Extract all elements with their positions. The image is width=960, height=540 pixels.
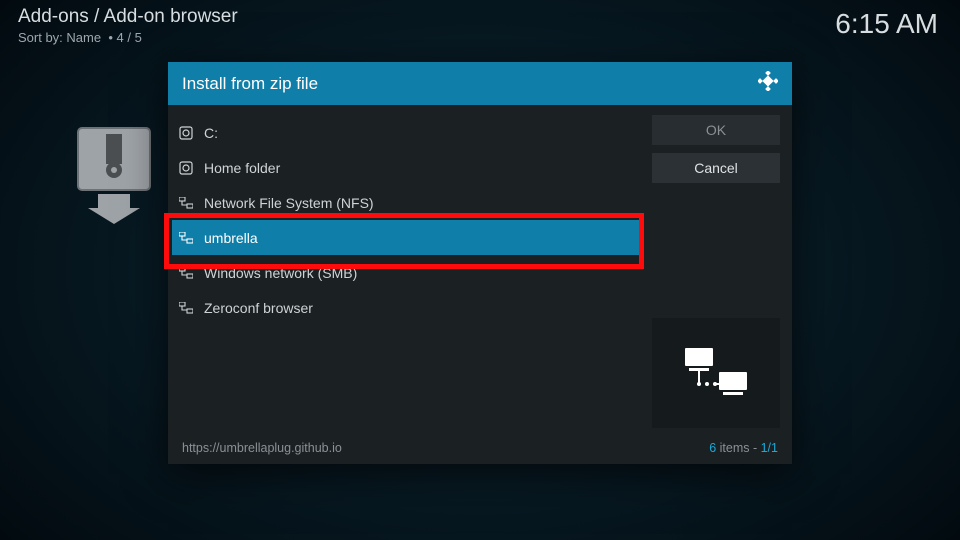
file-row-label: Network File System (NFS) <box>204 195 374 211</box>
disk-icon <box>178 160 194 176</box>
file-list: C: Home folder Network File System (NFS)… <box>172 115 640 428</box>
sort-label: Sort by: <box>18 30 63 45</box>
footer-count: 6 items - 1/1 <box>709 441 778 455</box>
kodi-logo-icon <box>758 71 778 96</box>
file-row-home-folder[interactable]: Home folder <box>172 150 640 185</box>
install-zip-dialog: Install from zip file C: Home folder <box>168 62 792 464</box>
file-row-label: umbrella <box>204 230 258 246</box>
footer-items-word: items <box>716 441 749 455</box>
dialog-body: C: Home folder Network File System (NFS)… <box>168 105 792 434</box>
footer-page: 1/1 <box>761 441 778 455</box>
network-icon <box>178 195 194 211</box>
clock: 6:15 AM <box>835 8 938 40</box>
file-row-label: Home folder <box>204 160 280 176</box>
network-icon <box>178 300 194 316</box>
footer-items-sep: - <box>750 441 761 455</box>
file-row-label: Windows network (SMB) <box>204 265 357 281</box>
preview-thumbnail <box>652 318 780 428</box>
page-position: 4 / 5 <box>117 30 142 45</box>
zip-download-icon <box>76 126 152 224</box>
file-row-umbrella[interactable]: umbrella <box>172 220 640 255</box>
cancel-button[interactable]: Cancel <box>652 153 780 183</box>
file-row-label: Zeroconf browser <box>204 300 313 316</box>
file-row-smb[interactable]: Windows network (SMB) <box>172 255 640 290</box>
breadcrumb: Add-ons / Add-on browser <box>18 6 238 28</box>
footer-path: https://umbrellaplug.github.io <box>182 441 342 455</box>
file-row-label: C: <box>204 125 218 141</box>
file-row-nfs[interactable]: Network File System (NFS) <box>172 185 640 220</box>
file-row-zeroconf[interactable]: Zeroconf browser <box>172 290 640 325</box>
dialog-title-bar: Install from zip file <box>168 62 792 105</box>
sort-value: Name <box>66 30 101 45</box>
dialog-title-text: Install from zip file <box>182 74 318 94</box>
ok-button[interactable]: OK <box>652 115 780 145</box>
sort-line: Sort by: Name • 4 / 5 <box>18 30 238 45</box>
network-icon <box>178 230 194 246</box>
disk-icon <box>178 125 194 141</box>
dialog-footer: https://umbrellaplug.github.io 6 items -… <box>168 434 792 464</box>
file-row-c-drive[interactable]: C: <box>172 115 640 150</box>
header: Add-ons / Add-on browser Sort by: Name •… <box>18 6 238 45</box>
dialog-side-column: OK Cancel <box>652 115 780 428</box>
sort-sep: • <box>108 30 113 45</box>
network-icon <box>178 265 194 281</box>
